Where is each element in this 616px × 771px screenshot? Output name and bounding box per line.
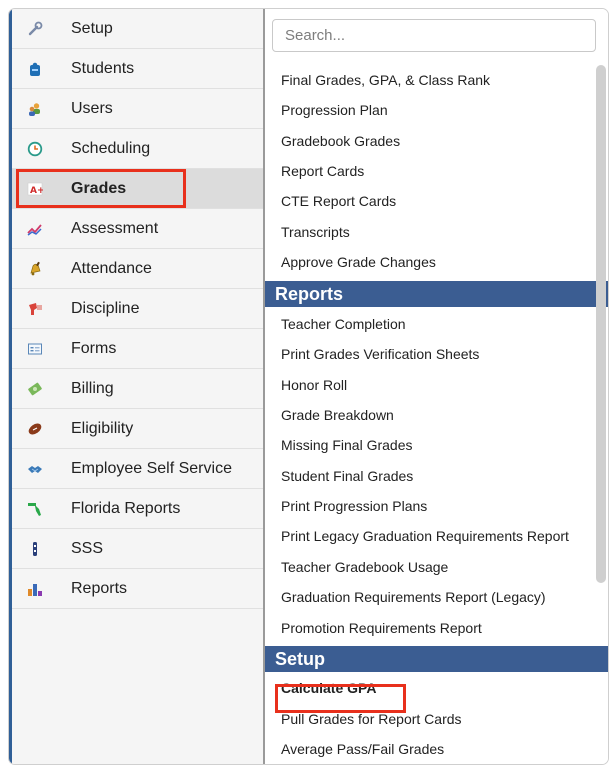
sidebar-item-employee-self-service[interactable]: Employee Self Service (12, 449, 263, 489)
sidebar-item-label: Billing (71, 380, 114, 397)
form-icon (28, 343, 42, 355)
search-input[interactable] (272, 19, 596, 52)
bar-chart-icon (28, 584, 42, 596)
student-icon (30, 62, 40, 76)
sidebar-item-scheduling[interactable]: Scheduling (12, 129, 263, 169)
sidebar-item-label: Forms (71, 340, 117, 357)
sidebar-item-eligibility[interactable]: Eligibility (12, 409, 263, 449)
menu-item-student-final-grades[interactable]: Student Final Grades (281, 468, 413, 484)
sidebar-item-billing[interactable]: Billing (12, 369, 263, 409)
menu-item-graduation-requirements-report-legacy[interactable]: Graduation Requirements Report (Legacy) (281, 589, 546, 605)
menu-item-print-grades-verification-sheets[interactable]: Print Grades Verification Sheets (281, 346, 479, 362)
menu-item-promotion-requirements-report[interactable]: Promotion Requirements Report (281, 620, 482, 636)
sidebar-item-label: Eligibility (71, 420, 134, 437)
money-icon (28, 382, 42, 396)
menu-item-progression-plan[interactable]: Progression Plan (281, 102, 388, 118)
sidebar-item-label: Users (71, 100, 113, 117)
sidebar-item-label: Attendance (71, 260, 152, 277)
sidebar: Setup Students Users Scheduling A Grades… (12, 9, 265, 764)
menu-item-average-pass-fail-grades[interactable]: Average Pass/Fail Grades (281, 741, 444, 757)
grades-icon: A+ (27, 182, 43, 196)
sidebar-item-discipline[interactable]: Discipline (12, 289, 263, 329)
florida-icon (28, 503, 41, 516)
handshake-icon (28, 466, 42, 473)
menu-item-honor-roll[interactable]: Honor Roll (281, 377, 347, 393)
svg-text:A+: A+ (30, 186, 43, 196)
assessment-icon (27, 224, 42, 236)
users-icon (29, 103, 40, 116)
submenu-panel: Final Grades, GPA, & Class Rank Progress… (265, 9, 608, 764)
sss-icon (33, 542, 37, 556)
menu-item-calculate-gpa[interactable]: Calculate GPA (281, 680, 376, 696)
whistle-icon (29, 303, 42, 315)
sidebar-item-label: Assessment (71, 220, 159, 237)
app-window: Setup Students Users Scheduling A Grades… (8, 8, 609, 765)
section-header-reports: Reports (265, 281, 608, 307)
sidebar-item-label: Reports (71, 580, 128, 597)
sidebar-item-assessment[interactable]: Assessment (12, 209, 263, 249)
sidebar-item-sss[interactable]: SSS (12, 529, 263, 569)
sidebar-item-label: Students (71, 60, 135, 77)
football-icon (28, 423, 42, 435)
menu-item-transcripts[interactable]: Transcripts (281, 224, 350, 240)
sidebar-item-label: Florida Reports (71, 500, 181, 517)
sidebar-item-florida-reports[interactable]: Florida Reports (12, 489, 263, 529)
sidebar-item-label: Discipline (71, 300, 140, 317)
menu-item-cte-report-cards[interactable]: CTE Report Cards (281, 193, 396, 209)
sidebar-item-students[interactable]: Students (12, 49, 263, 89)
sidebar-item-label: Setup (71, 20, 113, 37)
sidebar-item-reports[interactable]: Reports (12, 569, 263, 609)
menu-item-approve-grade-changes[interactable]: Approve Grade Changes (281, 254, 436, 270)
menu-item-teacher-gradebook-usage[interactable]: Teacher Gradebook Usage (281, 559, 448, 575)
bell-icon (30, 261, 41, 276)
sidebar-item-users[interactable]: Users (12, 89, 263, 129)
scrollbar-thumb[interactable] (596, 65, 606, 583)
menu-item-missing-final-grades[interactable]: Missing Final Grades (281, 437, 413, 453)
sidebar-item-forms[interactable]: Forms (12, 329, 263, 369)
menu-item-grade-breakdown[interactable]: Grade Breakdown (281, 407, 394, 423)
sidebar-item-setup[interactable]: Setup (12, 9, 263, 49)
sidebar-item-label: Employee Self Service (71, 460, 232, 477)
sidebar-item-attendance[interactable]: Attendance (12, 249, 263, 289)
menu-item-final-grades-gpa-class-rank[interactable]: Final Grades, GPA, & Class Rank (281, 72, 490, 88)
sidebar-item-label: SSS (71, 540, 104, 557)
sidebar-item-label: Scheduling (71, 140, 151, 157)
menu-item-gradebook-grades[interactable]: Gradebook Grades (281, 133, 400, 149)
menu-item-pull-grades-for-report-cards[interactable]: Pull Grades for Report Cards (281, 711, 462, 727)
sidebar-item-grades[interactable]: A+ Grades (12, 169, 263, 209)
menu-item-print-legacy-graduation-requirements-report[interactable]: Print Legacy Graduation Requirements Rep… (281, 528, 569, 544)
wrench-icon (28, 21, 43, 36)
menu-item-teacher-completion[interactable]: Teacher Completion (281, 316, 406, 332)
menu-item-print-progression-plans[interactable]: Print Progression Plans (281, 498, 427, 514)
menu-item-report-cards[interactable]: Report Cards (281, 163, 364, 179)
sidebar-item-label: Grades (71, 180, 127, 197)
clock-icon (27, 141, 43, 157)
section-header-setup: Setup (265, 646, 608, 672)
